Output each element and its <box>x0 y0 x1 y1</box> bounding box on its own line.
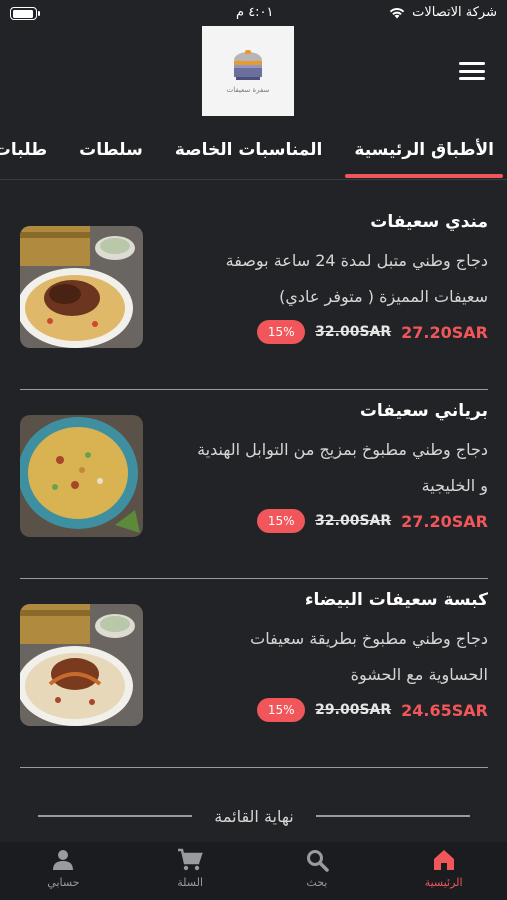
divider <box>37 815 193 817</box>
category-tabs: الأطباق الرئيسية المناسبات الخاصة سلطات طلب… <box>0 130 507 180</box>
search-icon <box>306 850 329 872</box>
discount-badge: 15% <box>257 509 306 533</box>
tab-salads[interactable]: سلطات <box>70 130 152 178</box>
item-name: برياني سعيفات <box>359 401 488 421</box>
item-photo <box>20 415 143 537</box>
menu-button[interactable] <box>459 60 485 82</box>
wifi-icon <box>389 8 405 19</box>
hamburger-icon <box>459 62 485 65</box>
item-description: دجاج وطني مطبوخ بمزيج من التوابل الهندية… <box>197 440 488 495</box>
discount-badge: 15% <box>257 698 306 722</box>
price-row: 24.65SAR 29.00SAR 15% <box>257 697 488 723</box>
item-name: كبسة سعيفات البيضاء <box>304 590 488 610</box>
item-price: 27.20SAR <box>401 511 488 531</box>
item-price: 24.65SAR <box>401 700 488 720</box>
item-description: دجاج وطني متبل لمدة 24 ساعة بوصفة سعيفات… <box>225 251 488 306</box>
end-of-list-label: نهاية القائمة <box>214 806 294 826</box>
nav-label: السلة <box>177 876 204 889</box>
tab-side-orders[interactable]: طلبات جانبية <box>0 130 56 178</box>
price-row: 27.20SAR 32.00SAR 15% <box>257 508 488 534</box>
nav-label: بحث <box>306 876 328 889</box>
nav-cart[interactable]: السلة <box>127 842 254 900</box>
divider <box>315 815 470 817</box>
tab-main-dishes[interactable]: الأطباق الرئيسية <box>345 130 503 178</box>
home-icon <box>433 850 454 870</box>
menu-item-mandi[interactable]: مندي سعيفات دجاج وطني متبل لمدة 24 ساعة … <box>20 212 488 390</box>
nav-account[interactable]: حسابي <box>0 842 127 900</box>
menu-item-white-kabsa[interactable]: كبسة سعيفات البيضاء دجاج وطني مطبوخ بطري… <box>20 590 488 768</box>
nav-home[interactable]: الرئيسية <box>380 842 507 900</box>
battery-icon <box>10 7 40 20</box>
tab-special-occasions[interactable]: المناسبات الخاصة <box>166 130 332 178</box>
nav-search[interactable]: بحث <box>254 842 381 900</box>
end-of-list: نهاية القائمة <box>37 798 470 834</box>
account-icon <box>53 850 74 870</box>
logo-caption: سفرة سعيفات <box>226 85 270 94</box>
item-old-price: 32.00SAR <box>315 513 392 529</box>
nav-label: الرئيسية <box>424 876 463 889</box>
bottom-nav: الرئيسية بحث السلة حسابي <box>0 842 507 900</box>
item-description: دجاج وطني مطبوخ بطريقة سعيفات الحساوية م… <box>250 629 488 684</box>
price-row: 27.20SAR 32.00SAR 15% <box>257 319 488 345</box>
item-photo <box>20 604 143 726</box>
carrier-name: شركة الاتصالات <box>412 5 497 20</box>
discount-badge: 15% <box>257 320 306 344</box>
menu-item-biryani[interactable]: برياني سعيفات دجاج وطني مطبوخ بمزيج من ا… <box>20 401 488 579</box>
nav-label: حسابي <box>47 876 80 889</box>
status-bar: شركة الاتصالات ٤:٠١ م <box>0 0 507 26</box>
item-old-price: 29.00SAR <box>315 702 392 718</box>
logo-pot-icon <box>234 49 262 80</box>
item-price: 27.20SAR <box>401 322 488 342</box>
carrier-status: شركة الاتصالات <box>388 5 497 20</box>
item-old-price: 32.00SAR <box>315 324 392 340</box>
cart-icon <box>178 848 203 871</box>
item-photo <box>20 226 143 348</box>
clock: ٤:٠١ م <box>236 5 274 20</box>
restaurant-logo: سفرة سعيفات <box>202 26 294 116</box>
item-name: مندي سعيفات <box>370 212 488 232</box>
